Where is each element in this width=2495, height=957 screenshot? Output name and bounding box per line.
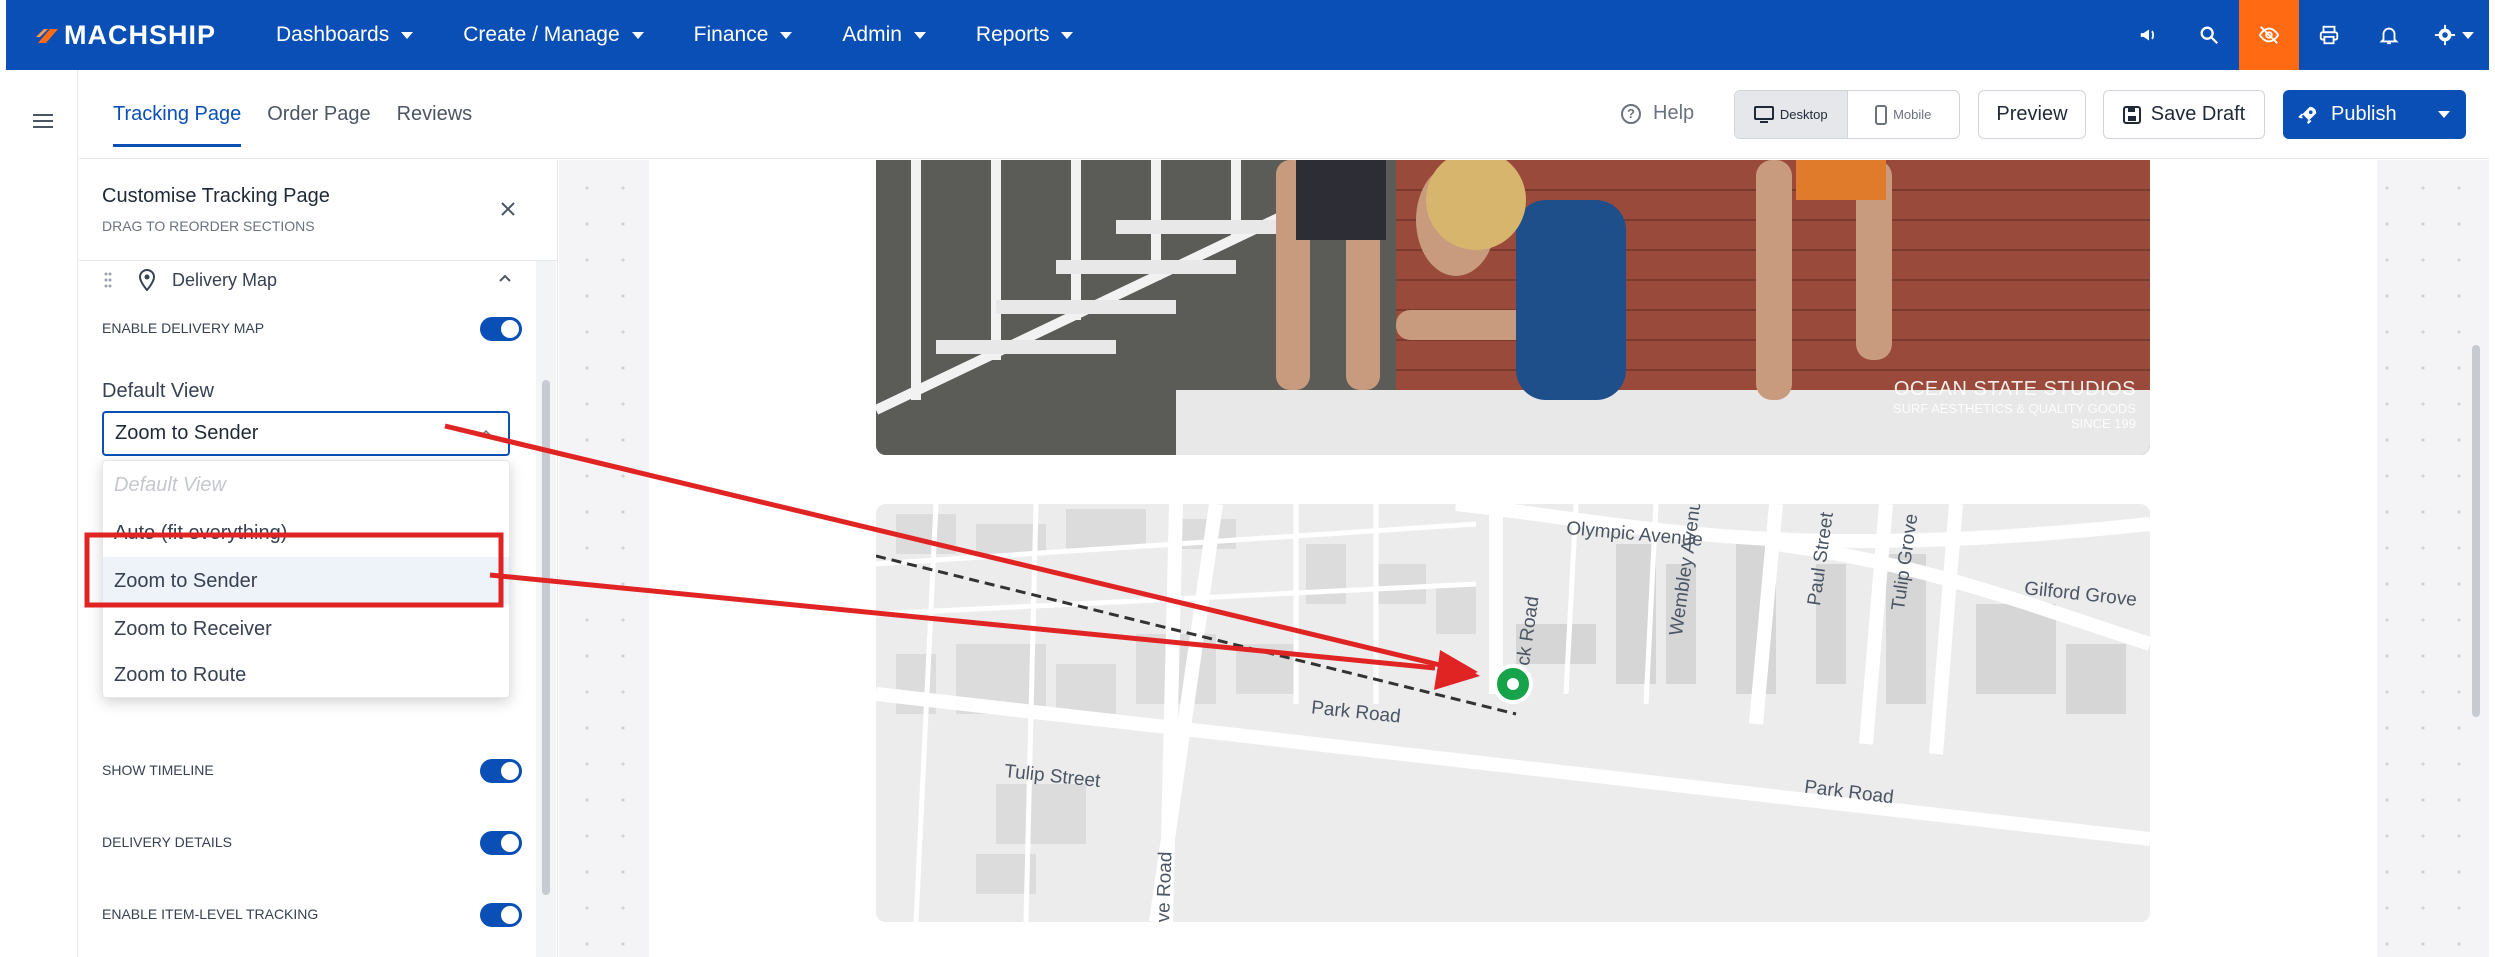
nav-finance[interactable]: Finance bbox=[694, 23, 793, 47]
customise-panel: Customise Tracking Page DRAG TO REORDER … bbox=[79, 160, 558, 957]
caret-down-icon bbox=[913, 31, 926, 39]
desktop-icon bbox=[1753, 105, 1774, 123]
option-default-view: Default View bbox=[114, 473, 226, 496]
panel-subtitle: DRAG TO REORDER SECTIONS bbox=[102, 218, 315, 234]
help-label: Help bbox=[1653, 102, 1695, 124]
editor-header: Tracking Page Order Page Reviews ? Help … bbox=[79, 70, 2489, 159]
hero-caption: OCEAN STATE STUDIOS SURF AESTHETICS & QU… bbox=[1893, 378, 2136, 431]
map-tiles bbox=[876, 504, 2150, 922]
search-icon[interactable] bbox=[2179, 0, 2239, 70]
delivery-details-toggle[interactable] bbox=[480, 831, 522, 855]
show-timeline-label: SHOW TIMELINE bbox=[102, 762, 214, 778]
gear-icon[interactable] bbox=[2419, 0, 2489, 70]
mobile-label: Mobile bbox=[1893, 107, 1932, 122]
delivery-map[interactable]: Olympic Avenue Park Road Tulip Street We… bbox=[876, 504, 2150, 922]
item-level-tracking-label: ENABLE ITEM-LEVEL TRACKING bbox=[102, 906, 319, 922]
close-icon[interactable] bbox=[497, 198, 519, 220]
default-view-value: Zoom to Sender bbox=[115, 422, 259, 444]
tab-order-page[interactable]: Order Page bbox=[267, 70, 370, 159]
tracking-page-preview: OCEAN STATE STUDIOS SURF AESTHETICS & QU… bbox=[649, 160, 2377, 957]
nav-admin-label: Admin bbox=[842, 23, 902, 46]
save-draft-label: Save Draft bbox=[2150, 103, 2246, 125]
left-rail bbox=[6, 70, 78, 957]
mobile-button[interactable]: Mobile bbox=[1846, 91, 1960, 138]
publish-options-button[interactable] bbox=[2422, 90, 2466, 139]
default-view-label: Default View bbox=[102, 380, 214, 402]
main-menu: Dashboards Create / Manage Finance Admin… bbox=[276, 0, 1123, 70]
chevron-up-icon bbox=[481, 429, 491, 436]
enable-delivery-map-label: ENABLE DELIVERY MAP bbox=[102, 320, 265, 336]
hero-caption-line1: OCEAN STATE STUDIOS bbox=[1893, 378, 2136, 400]
map-pin-icon bbox=[138, 269, 156, 291]
publish-button[interactable]: Publish bbox=[2283, 90, 2466, 139]
default-view-dropdown: Default View Auto (fit everything) Zoom … bbox=[102, 460, 510, 698]
editor-tabs: Tracking Page Order Page Reviews bbox=[113, 70, 498, 159]
option-auto-fit[interactable]: Auto (fit everything) bbox=[103, 509, 509, 557]
preview-button[interactable]: Preview bbox=[1978, 90, 2086, 139]
nav-admin[interactable]: Admin bbox=[842, 23, 926, 47]
street-label-ve-road: ve Road bbox=[1153, 851, 1177, 922]
floppy-disk-icon bbox=[2122, 105, 2141, 124]
megaphone-icon[interactable] bbox=[2119, 0, 2179, 70]
nav-create-manage-label: Create / Manage bbox=[463, 23, 620, 46]
chevron-up-icon[interactable] bbox=[498, 272, 512, 286]
hero-banner-image: OCEAN STATE STUDIOS SURF AESTHETICS & QU… bbox=[876, 160, 2150, 455]
option-zoom-to-sender[interactable]: Zoom to Sender bbox=[103, 557, 509, 605]
delivery-details-row: DELIVERY DETAILS bbox=[102, 827, 522, 857]
brand-logo[interactable]: MACHSHIP bbox=[36, 18, 216, 52]
publish-label: Publish bbox=[2331, 103, 2397, 125]
logo-mark-icon bbox=[36, 29, 58, 43]
tab-reviews[interactable]: Reviews bbox=[397, 70, 473, 159]
device-toggle: Desktop Mobile bbox=[1734, 90, 1960, 139]
delivery-details-label: DELIVERY DETAILS bbox=[102, 834, 232, 850]
caret-down-icon bbox=[401, 31, 414, 39]
section-delivery-map[interactable]: Delivery Map bbox=[102, 262, 522, 298]
panel-title: Customise Tracking Page bbox=[102, 185, 330, 207]
help-icon: ? bbox=[1621, 103, 1641, 124]
item-level-tracking-row: ENABLE ITEM-LEVEL TRACKING bbox=[102, 899, 522, 929]
section-label: Delivery Map bbox=[172, 269, 278, 290]
caret-down-icon bbox=[780, 31, 793, 39]
nav-dashboards-label: Dashboards bbox=[276, 23, 390, 46]
eye-off-icon[interactable] bbox=[2239, 0, 2299, 70]
hero-caption-line3: SINCE 199 bbox=[2070, 416, 2136, 431]
enable-delivery-map-row: ENABLE DELIVERY MAP bbox=[102, 313, 522, 343]
mobile-icon bbox=[1875, 104, 1888, 125]
tab-tracking-page[interactable]: Tracking Page bbox=[113, 70, 242, 159]
caret-down-icon bbox=[2438, 111, 2450, 118]
hamburger-menu-icon[interactable] bbox=[33, 114, 53, 128]
desktop-button[interactable]: Desktop bbox=[1735, 91, 1847, 138]
nav-reports-label: Reports bbox=[975, 23, 1050, 46]
show-timeline-row: SHOW TIMELINE bbox=[102, 755, 522, 785]
nav-create-manage[interactable]: Create / Manage bbox=[463, 23, 644, 47]
preview-canvas: OCEAN STATE STUDIOS SURF AESTHETICS & QU… bbox=[559, 160, 2489, 957]
panel-scrollbar[interactable] bbox=[542, 380, 550, 895]
nav-finance-label: Finance bbox=[693, 23, 769, 46]
save-draft-button[interactable]: Save Draft bbox=[2103, 90, 2265, 139]
default-view-select[interactable]: Zoom to Sender bbox=[102, 411, 510, 456]
rocket-icon bbox=[2298, 106, 2317, 124]
enable-delivery-map-toggle[interactable] bbox=[480, 317, 522, 341]
top-navbar: MACHSHIP Dashboards Create / Manage Fina… bbox=[6, 0, 2489, 70]
help-link[interactable]: ? Help bbox=[1621, 102, 1694, 125]
caret-down-icon bbox=[631, 31, 644, 39]
hero-caption-line2: SURF AESTHETICS & QUALITY GOODS bbox=[1892, 401, 2136, 416]
printer-icon[interactable] bbox=[2299, 0, 2359, 70]
option-zoom-to-receiver[interactable]: Zoom to Receiver bbox=[103, 605, 509, 653]
brand-name: MACHSHIP bbox=[64, 19, 217, 50]
desktop-label: Desktop bbox=[1779, 107, 1828, 122]
show-timeline-toggle[interactable] bbox=[480, 759, 522, 783]
caret-down-icon bbox=[1061, 31, 1074, 39]
item-level-tracking-toggle[interactable] bbox=[480, 903, 522, 927]
panel-header: Customise Tracking Page DRAG TO REORDER … bbox=[79, 160, 558, 261]
nav-icon-group bbox=[2119, 0, 2489, 70]
option-zoom-to-route[interactable]: Zoom to Route bbox=[103, 651, 509, 699]
nav-dashboards[interactable]: Dashboards bbox=[276, 23, 414, 47]
caret-down-icon bbox=[2462, 31, 2474, 39]
bell-icon[interactable] bbox=[2359, 0, 2419, 70]
nav-reports[interactable]: Reports bbox=[976, 23, 1074, 47]
canvas-scrollbar[interactable] bbox=[2472, 345, 2480, 717]
drag-handle-icon[interactable] bbox=[102, 271, 114, 289]
